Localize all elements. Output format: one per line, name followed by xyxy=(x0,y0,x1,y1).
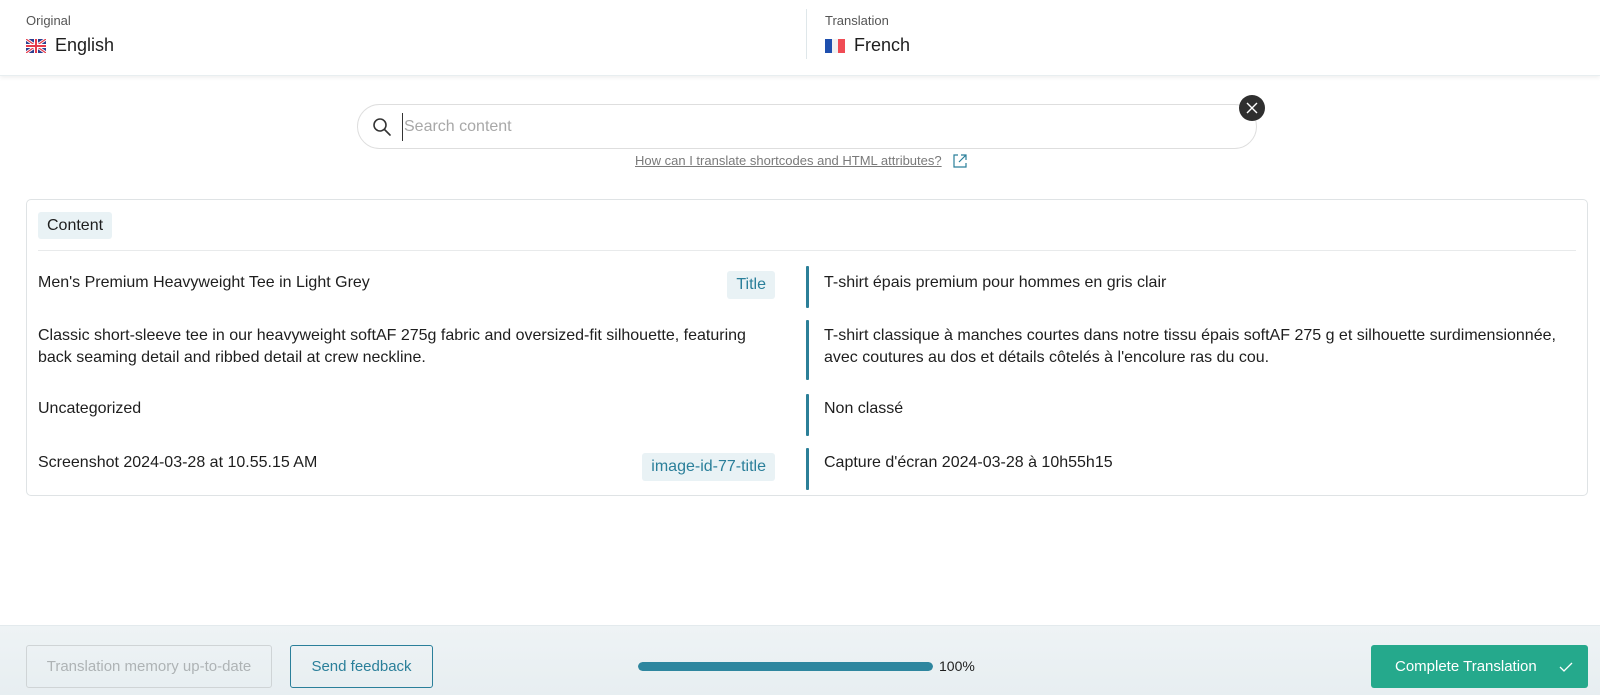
source-text: Classic short-sleeve tee in our heavywei… xyxy=(38,327,746,366)
complete-translation-button[interactable]: Complete Translation xyxy=(1371,645,1588,688)
search-box xyxy=(357,104,1257,149)
section-divider xyxy=(38,250,1576,251)
progress-bar xyxy=(638,662,933,671)
translation-caption: Translation xyxy=(825,13,889,28)
translation-row: Classic short-sleeve tee in our heavywei… xyxy=(27,320,1587,380)
content-panel: Content Men's Premium Heavyweight Tee in… xyxy=(26,199,1588,496)
field-tag: image-id-77-title xyxy=(642,453,775,481)
footer-bar: Translation memory up-to-date Send feedb… xyxy=(0,625,1600,695)
row-indicator xyxy=(806,448,809,490)
search-input[interactable] xyxy=(402,113,1222,141)
translation-row: Screenshot 2024-03-28 at 10.55.15 AM ima… xyxy=(27,448,1587,490)
shortcodes-help-link[interactable]: How can I translate shortcodes and HTML … xyxy=(635,153,967,168)
complete-translation-label: Complete Translation xyxy=(1395,658,1537,675)
clear-search-button[interactable] xyxy=(1239,95,1265,121)
header-divider xyxy=(806,9,807,59)
source-text: Uncategorized xyxy=(38,400,142,417)
row-indicator xyxy=(806,320,809,380)
translation-language: Translation French xyxy=(825,13,910,56)
section-label: Content xyxy=(38,212,113,239)
uk-flag-icon xyxy=(26,38,46,53)
language-header: Original English Translation French xyxy=(0,0,1600,76)
progress-label: 100% xyxy=(939,658,975,674)
original-caption: Original xyxy=(26,13,71,28)
target-text[interactable]: Capture d'écran 2024-03-28 à 10h55h15 xyxy=(824,452,1564,474)
help-link-text: How can I translate shortcodes and HTML … xyxy=(635,153,942,168)
field-tag: Title xyxy=(727,271,775,299)
translation-row: Uncategorized Non classé xyxy=(27,394,1587,436)
france-flag-icon xyxy=(825,38,845,53)
original-language: Original English xyxy=(26,13,114,56)
target-text[interactable]: T-shirt classique à manches courtes dans… xyxy=(824,325,1564,369)
send-feedback-button[interactable]: Send feedback xyxy=(290,645,433,688)
original-language-name: English xyxy=(55,35,115,55)
row-indicator xyxy=(806,266,809,308)
target-text[interactable]: Non classé xyxy=(824,398,1564,420)
progress-fill xyxy=(638,662,933,671)
search-icon xyxy=(372,117,392,137)
external-link-icon xyxy=(953,153,967,168)
translation-row: Men's Premium Heavyweight Tee in Light G… xyxy=(27,266,1587,310)
check-icon xyxy=(1559,662,1573,672)
close-icon xyxy=(1246,102,1258,114)
row-indicator xyxy=(806,394,809,436)
translation-language-name: French xyxy=(854,35,911,55)
translation-memory-button[interactable]: Translation memory up-to-date xyxy=(26,645,272,688)
target-text[interactable]: T-shirt épais premium pour hommes en gri… xyxy=(824,272,1564,294)
source-text: Men's Premium Heavyweight Tee in Light G… xyxy=(38,274,370,291)
